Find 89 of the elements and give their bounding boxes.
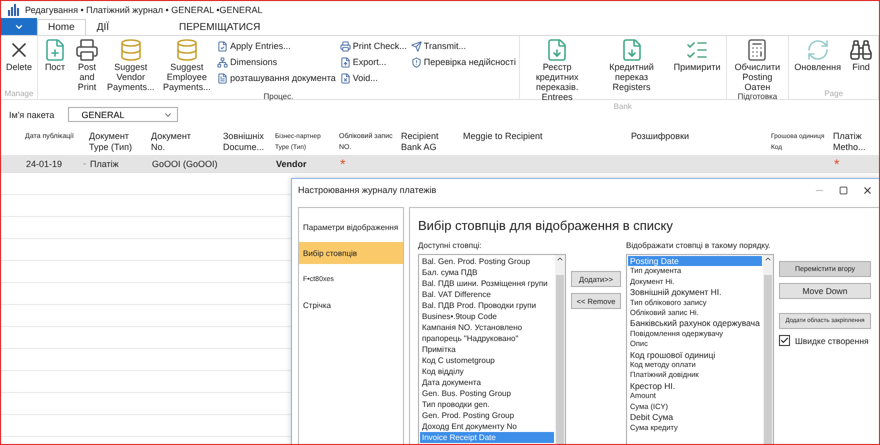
database-icon: [118, 38, 143, 62]
group-label: Manage: [4, 89, 34, 99]
shield-alert-icon: [410, 56, 422, 68]
ribbon-small-button[interactable]: Print Check...: [340, 39, 407, 53]
column-header: Зовнішніх Docume...: [222, 130, 266, 154]
document-check-icon: [217, 40, 228, 52]
maximize-icon[interactable]: [839, 186, 848, 194]
list-item[interactable]: Доходg Ent документу No: [420, 421, 554, 432]
send-icon: [410, 40, 422, 52]
list-item[interactable]: Бал. сума ПДВ: [420, 267, 554, 278]
refresh-icon: [806, 38, 830, 62]
list-item[interactable]: Bal. Gen. Prod. Posting Group: [420, 256, 554, 267]
ribbon-button[interactable]: Post and Print: [73, 38, 102, 92]
document-export-icon: [340, 56, 351, 68]
check-icon: [780, 336, 789, 345]
ribbon-small-button[interactable]: Transmit...: [410, 39, 516, 53]
column-header: Recipient Bank AG: [400, 130, 440, 154]
group-label: Page: [823, 89, 844, 99]
table-cell: Vendor: [273, 155, 337, 173]
ribbon-small-button[interactable]: Void...: [340, 71, 407, 85]
list-item[interactable]: Дата документа: [420, 377, 554, 388]
binoculars-icon: [848, 38, 873, 62]
ribbon-tab[interactable]: Home: [37, 19, 86, 35]
nav-item[interactable]: Стрічка: [299, 294, 403, 316]
column-header: Документ Type (Тип): [88, 130, 134, 154]
group-label: Bank: [612, 102, 633, 112]
nav-item[interactable]: Параметри відображення: [299, 216, 403, 238]
table-cell: Платіж: [87, 155, 149, 173]
ribbon-small-button[interactable]: Перевірка недійсності: [410, 55, 516, 69]
list-item[interactable]: Bal. VAT Difference: [420, 289, 554, 300]
column-header: Платіж Metho...: [832, 130, 867, 154]
list-item[interactable]: Код грошової одиниці: [628, 350, 762, 360]
list-item[interactable]: Bal. ПДВ шини. Розміщення групи: [420, 278, 554, 289]
date-cell: 24-01-19: [23, 155, 87, 173]
column-header: Meggie to Recipient: [462, 130, 544, 143]
window-title: Редагування • Платіжний журнал • GENERAL •GENERAL: [25, 5, 263, 15]
scrollbar-thumb[interactable]: [556, 275, 564, 444]
nav-item[interactable]: Вибір стовпців: [299, 242, 403, 264]
dialog-title: Настроювання журналу платежів: [298, 185, 436, 195]
move-down-button[interactable]: Move Down: [779, 283, 871, 299]
scroll-up-icon[interactable]: [556, 255, 564, 263]
ribbon-small-button[interactable]: розташування документа: [217, 71, 336, 85]
shown-columns-list[interactable]: [626, 254, 774, 444]
document-cross-icon: [340, 72, 351, 84]
list-caption: Відображати стовпці в такому порядку.: [626, 241, 772, 250]
list-item[interactable]: Тип проводки gen.: [420, 399, 554, 410]
bar-chart-logo-icon: [7, 4, 19, 16]
batch-select[interactable]: GENERAL: [68, 107, 178, 122]
list-item[interactable]: Примітка: [420, 344, 554, 355]
scrollbar-thumb[interactable]: [764, 275, 772, 444]
ribbon-button[interactable]: Suggest Vendor Payments...: [105, 38, 157, 92]
document-icon: [217, 72, 228, 84]
list-item[interactable]: Банківський рахунок одержувача: [628, 318, 762, 329]
table-cell: *: [831, 155, 879, 173]
section-heading: Вибір стовпців для відображення в списку: [418, 218, 674, 233]
checkbox[interactable]: [779, 335, 790, 346]
column-header: Документ No.: [150, 130, 192, 154]
network-icon: [217, 56, 228, 68]
printer-icon: [340, 40, 351, 52]
close-icon[interactable]: [862, 184, 873, 196]
group-label: Процес.: [262, 92, 294, 102]
list-item[interactable]: Зовнішній документ HI.: [628, 287, 762, 298]
list-item[interactable]: Busines•.9toup Code: [420, 311, 554, 322]
list-item[interactable]: Gen. Prod. Posting Group: [420, 410, 554, 421]
list-item[interactable]: Debit Сума: [628, 412, 762, 422]
available-columns-list[interactable]: [418, 254, 566, 444]
ribbon-button[interactable]: Suggest Employee Payments...: [160, 38, 214, 92]
list-item[interactable]: прапорець "Надруковано": [420, 333, 554, 344]
ribbon-button[interactable]: Пост: [41, 38, 70, 92]
list-item[interactable]: Код відділу: [420, 366, 554, 377]
ribbon-button[interactable]: Обчислити Posting Оатен: [730, 38, 786, 92]
column-header: Розшифровки: [630, 130, 690, 143]
ribbon-small-button[interactable]: Export...: [340, 55, 407, 69]
table-cell: *: [337, 155, 399, 173]
ribbon-small-button[interactable]: Dimensions: [217, 55, 336, 69]
list-item[interactable]: Кампанія NO. Установлено: [420, 322, 554, 333]
list-item[interactable]: Gen. Bus. Posting Group: [420, 388, 554, 399]
group-label: Підготовка: [736, 92, 778, 102]
list-caption: Доступні стовпці:: [418, 241, 483, 250]
list-item[interactable]: Крестор HI.: [628, 380, 762, 392]
field-label: Ім'я пакета: [9, 110, 54, 120]
table-cell: GoOOI (GoOOI): [149, 155, 221, 173]
list-item[interactable]: Код C ustometgroup: [420, 355, 554, 366]
checkbox-label: Швидке створення: [795, 336, 869, 346]
ribbon-small-button[interactable]: Apply Entries...: [217, 39, 336, 53]
database-icon: [174, 38, 199, 62]
scroll-up-icon[interactable]: [764, 255, 772, 263]
list-item[interactable]: Bal. ПДВ Prod. Проводки групи: [420, 300, 554, 311]
printer-icon: [75, 38, 100, 62]
